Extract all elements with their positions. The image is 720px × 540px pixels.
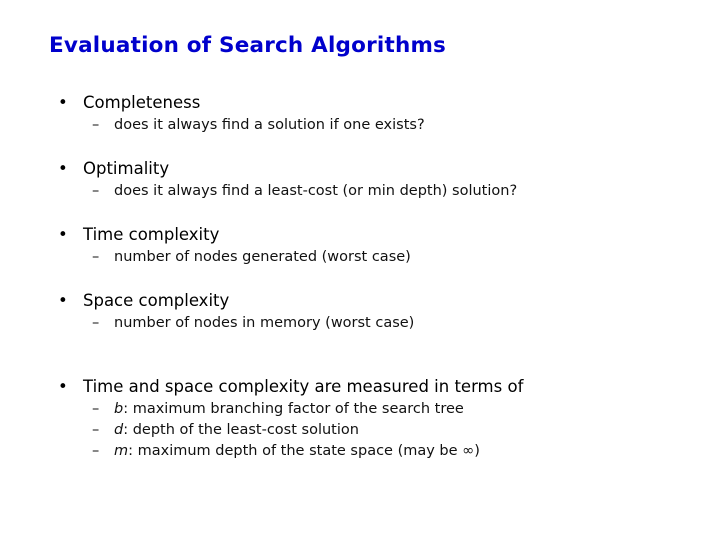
dash-icon: – <box>92 249 100 265</box>
bullet-label: Time complexity <box>83 225 220 244</box>
bullet-label: Completeness <box>83 93 201 112</box>
dash-icon: – <box>92 117 100 133</box>
sub-bullet-text: number of nodes generated (worst case) <box>114 249 411 265</box>
sub-bullet-text: does it always find a least-cost (or min… <box>114 183 518 199</box>
bullet-label: Time and space complexity are measured i… <box>83 377 524 396</box>
variable-m: m <box>114 443 129 459</box>
dash-icon: – <box>92 422 100 438</box>
bullet-label: Space complexity <box>83 291 230 310</box>
bullet-icon: • <box>58 291 68 310</box>
bullet-icon: • <box>58 225 68 244</box>
dash-icon: – <box>92 443 100 459</box>
sub-bullet-text: : maximum branching factor of the search… <box>123 401 464 417</box>
dash-icon: – <box>92 401 100 417</box>
sub-bullet-text: number of nodes in memory (worst case) <box>114 315 415 331</box>
dash-icon: – <box>92 315 100 331</box>
sub-bullet-text: : depth of the least-cost solution <box>123 422 359 438</box>
sub-bullet-text: : maximum depth of the state space (may … <box>128 443 480 459</box>
variable-d: d <box>114 422 124 438</box>
bullet-icon: • <box>58 377 68 396</box>
dash-icon: – <box>92 183 100 199</box>
sub-bullet-text: does it always find a solution if one ex… <box>114 117 425 133</box>
bullet-icon: • <box>58 159 68 178</box>
bullet-label: Optimality <box>83 159 170 178</box>
slide-title: Evaluation of Search Algorithms <box>49 33 447 58</box>
variable-b: b <box>114 401 124 417</box>
bullet-icon: • <box>58 93 68 112</box>
